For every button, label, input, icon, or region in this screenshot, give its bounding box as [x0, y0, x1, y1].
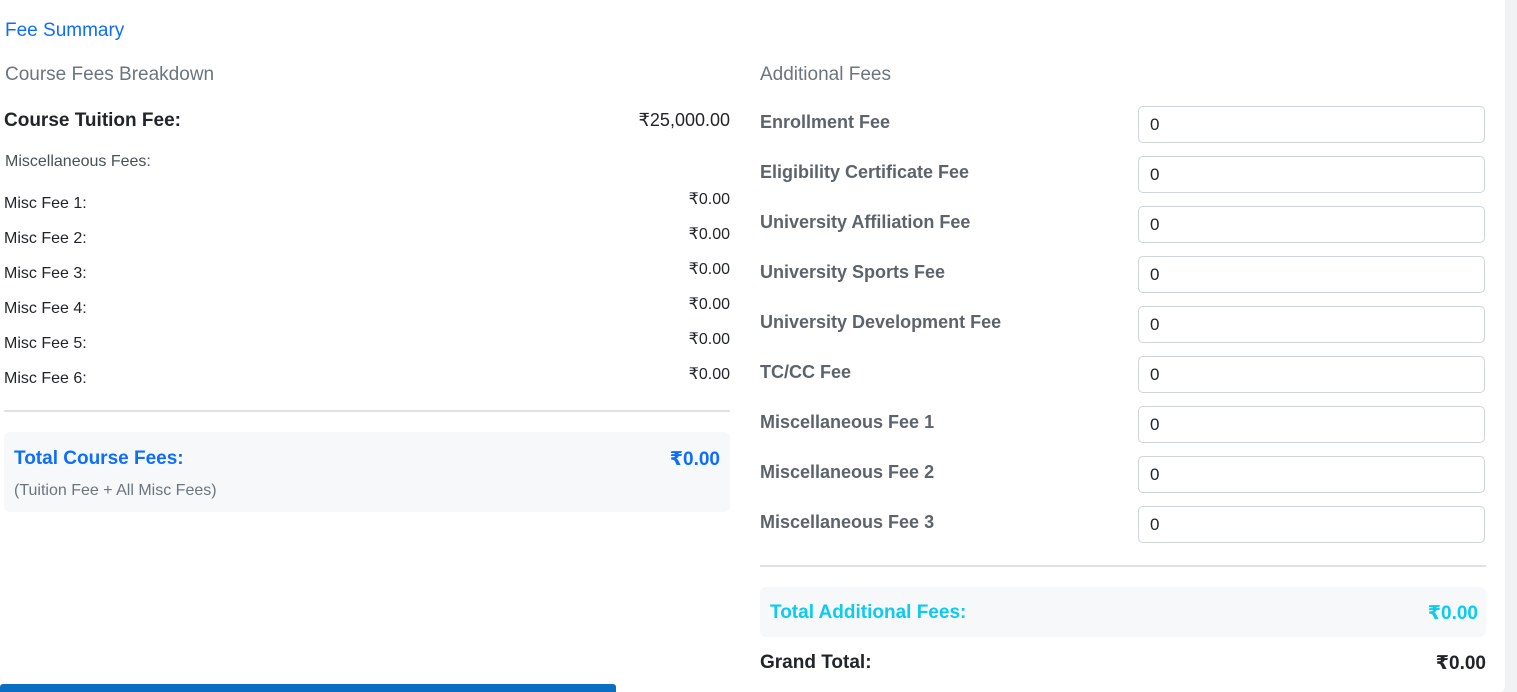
misc-fee-label: Misc Fee 1: [4, 195, 87, 212]
misc-fee-value: ₹0.00 [688, 366, 730, 383]
misc-fee-label: Misc Fee 3: [4, 265, 87, 282]
university-development-fee-input[interactable] [1138, 306, 1485, 343]
course-fees-heading: Course Fees Breakdown [5, 64, 215, 85]
misc-fee-value: ₹0.00 [688, 331, 730, 348]
misc-fee-row: Misc Fee 6: ₹0.00 [4, 366, 730, 388]
misc-fee-label: Misc Fee 2: [4, 230, 87, 247]
fee-summary-card: Fee Summary Course Fees Breakdown Course… [0, 0, 1505, 692]
page-title: Fee Summary [5, 20, 125, 41]
misc-fee-row: Misc Fee 5: ₹0.00 [4, 331, 730, 353]
university-sports-fee-input[interactable] [1138, 256, 1485, 293]
miscellaneous-fee-3-label: Miscellaneous Fee 3 [760, 512, 935, 532]
tc-cc-fee-input[interactable] [1138, 356, 1485, 393]
university-sports-fee-label: University Sports Fee [760, 262, 946, 282]
university-affiliation-fee-label: University Affiliation Fee [760, 212, 971, 232]
grand-total-row: Grand Total: ₹0.00 [760, 652, 1486, 675]
misc-fees-heading: Miscellaneous Fees: [5, 153, 151, 170]
miscellaneous-fee-2-label: Miscellaneous Fee 2 [760, 462, 935, 482]
total-course-fees-value: ₹0.00 [669, 449, 720, 470]
misc-fee-value: ₹0.00 [688, 191, 730, 208]
misc-fee-label: Misc Fee 6: [4, 370, 87, 387]
divider [760, 565, 1486, 567]
miscellaneous-fee-1-input[interactable] [1138, 406, 1485, 443]
status-bar [0, 684, 616, 692]
misc-fee-label: Misc Fee 5: [4, 335, 87, 352]
misc-fee-row: Misc Fee 2: ₹0.00 [4, 226, 730, 248]
total-course-fees-box: Total Course Fees: ₹0.00 (Tuition Fee + … [4, 432, 730, 512]
misc-fee-row: Misc Fee 3: ₹0.00 [4, 261, 730, 283]
tc-cc-fee-label: TC/CC Fee [760, 362, 852, 382]
miscellaneous-fee-3-input[interactable] [1138, 506, 1485, 543]
grand-total-value: ₹0.00 [1435, 653, 1486, 674]
total-course-fees-label: Total Course Fees: [14, 448, 184, 469]
misc-fee-value: ₹0.00 [688, 261, 730, 278]
misc-fee-row: Misc Fee 1: ₹0.00 [4, 191, 730, 213]
misc-fee-label: Misc Fee 4: [4, 300, 87, 317]
miscellaneous-fee-1-label: Miscellaneous Fee 1 [760, 412, 935, 432]
grand-total-label: Grand Total: [760, 652, 872, 673]
misc-fee-row: Misc Fee 4: ₹0.00 [4, 296, 730, 318]
total-course-fees-note: (Tuition Fee + All Misc Fees) [14, 482, 217, 499]
misc-fee-value: ₹0.00 [688, 296, 730, 313]
additional-fees-heading: Additional Fees [760, 64, 891, 85]
tuition-fee-label: Course Tuition Fee: [4, 110, 181, 131]
total-additional-fees-box: Total Additional Fees: ₹0.00 [760, 587, 1486, 637]
misc-fee-value: ₹0.00 [688, 226, 730, 243]
eligibility-certificate-fee-label: Eligibility Certificate Fee [760, 162, 970, 182]
university-affiliation-fee-input[interactable] [1138, 206, 1485, 243]
enrollment-fee-label: Enrollment Fee [760, 112, 891, 132]
enrollment-fee-input[interactable] [1138, 106, 1485, 143]
total-additional-fees-label: Total Additional Fees: [770, 602, 967, 623]
tuition-fee-row: Course Tuition Fee: ₹25,000.00 [4, 110, 730, 132]
miscellaneous-fee-2-input[interactable] [1138, 456, 1485, 493]
total-additional-fees-value: ₹0.00 [1427, 603, 1478, 624]
tuition-fee-value: ₹25,000.00 [638, 110, 730, 130]
university-development-fee-label: University Development Fee [760, 312, 1002, 332]
eligibility-certificate-fee-input[interactable] [1138, 156, 1485, 193]
divider [4, 410, 730, 412]
